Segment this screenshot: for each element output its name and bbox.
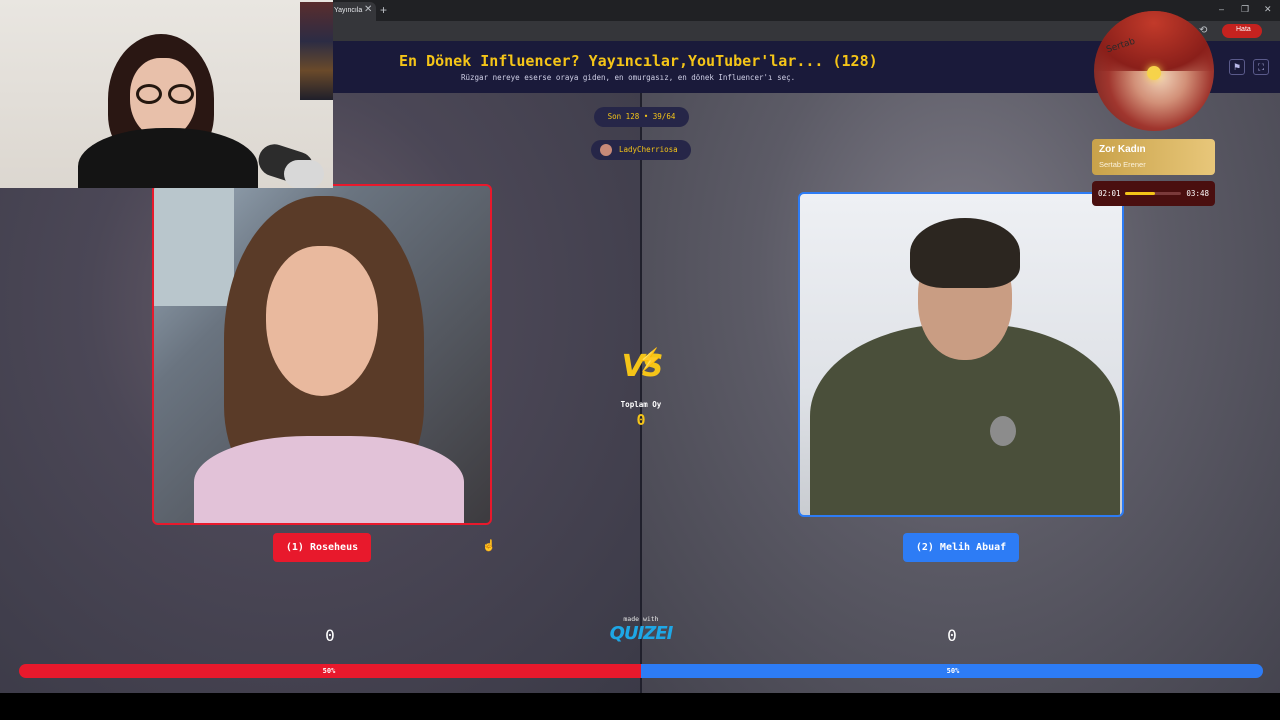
webcam-overlay: [0, 0, 333, 188]
left-contestant-photo[interactable]: [152, 184, 492, 525]
new-tab-icon[interactable]: +: [380, 3, 387, 17]
fullscreen-icon: ⛶: [1257, 62, 1265, 72]
left-contestant-button[interactable]: (1) Roseheus: [273, 533, 371, 562]
user-badge[interactable]: LadyCherriosa: [591, 140, 691, 160]
now-playing-card: Zor Kadın Sertab Erener: [1092, 139, 1215, 175]
flag-button[interactable]: ⚑: [1229, 59, 1245, 75]
glasses-icon: [136, 84, 196, 106]
fullscreen-button[interactable]: ⛶: [1253, 59, 1269, 75]
quizei-logo[interactable]: QUIZEI: [603, 623, 679, 644]
wall-poster: [300, 2, 333, 100]
right-contestant-photo[interactable]: [798, 192, 1124, 517]
streamer-body: [78, 128, 258, 188]
round-badge: Son 128 • 39/64: [594, 107, 689, 127]
lightning-icon: ⚡: [636, 347, 664, 372]
close-window-icon[interactable]: ✕: [1264, 4, 1272, 14]
clothing-shape: [194, 436, 464, 523]
error-badge[interactable]: Hata: [1222, 24, 1262, 38]
tab-close-icon[interactable]: ✕: [364, 4, 372, 16]
song-artist: Sertab Erener: [1099, 160, 1146, 169]
album-art-highlight: [1147, 66, 1161, 80]
page-subtitle: Rüzgar nereye eserse oraya giden, en omu…: [461, 73, 796, 82]
screen: Yayıncıla ✕ + – ❐ ✕ ⟲ Hata En Dönek Infl…: [0, 0, 1280, 720]
total-votes-label: Toplam Oy: [620, 400, 662, 409]
progress-fill: [1125, 192, 1155, 195]
right-percent-label: 50%: [946, 667, 960, 675]
song-progress: 02:01 03:48: [1092, 181, 1215, 206]
hair-shape: [910, 218, 1020, 288]
album-art: Sertab: [1094, 11, 1214, 131]
page-title: En Dönek Influencer? Yayıncılar,YouTuber…: [399, 52, 878, 70]
car-window: [154, 186, 234, 306]
restore-icon[interactable]: ❐: [1241, 4, 1249, 14]
right-vote-count: 0: [947, 626, 957, 645]
album-art-hair: [1094, 11, 1214, 71]
tab-title: Yayıncıla: [334, 7, 363, 14]
flag-icon: ⚑: [1232, 62, 1242, 72]
made-with-label: made with: [623, 615, 659, 623]
microphone-icon: [990, 416, 1016, 446]
avatar: [600, 144, 612, 156]
center-divider: [640, 93, 642, 693]
right-contestant-button[interactable]: (2) Melih Abuaf: [903, 533, 1019, 562]
song-title: Zor Kadın: [1099, 144, 1146, 155]
bottom-letterbox: [0, 693, 1280, 720]
microphone-icon: [284, 160, 324, 188]
left-vote-bar: 50%: [19, 664, 641, 678]
left-vote-count: 0: [325, 626, 335, 645]
total-time: 03:48: [1186, 189, 1209, 198]
mouse-cursor-icon: ☝: [482, 540, 496, 552]
right-vote-bar: 50%: [641, 664, 1263, 678]
current-time: 02:01: [1098, 189, 1121, 198]
minimize-icon[interactable]: –: [1219, 4, 1224, 14]
face-shape: [266, 246, 378, 396]
left-percent-label: 50%: [322, 667, 336, 675]
user-name: LadyCherriosa: [619, 145, 678, 154]
total-votes-value: 0: [636, 411, 646, 429]
error-badge-label: Hata: [1236, 26, 1251, 33]
progress-track: [1125, 192, 1181, 195]
